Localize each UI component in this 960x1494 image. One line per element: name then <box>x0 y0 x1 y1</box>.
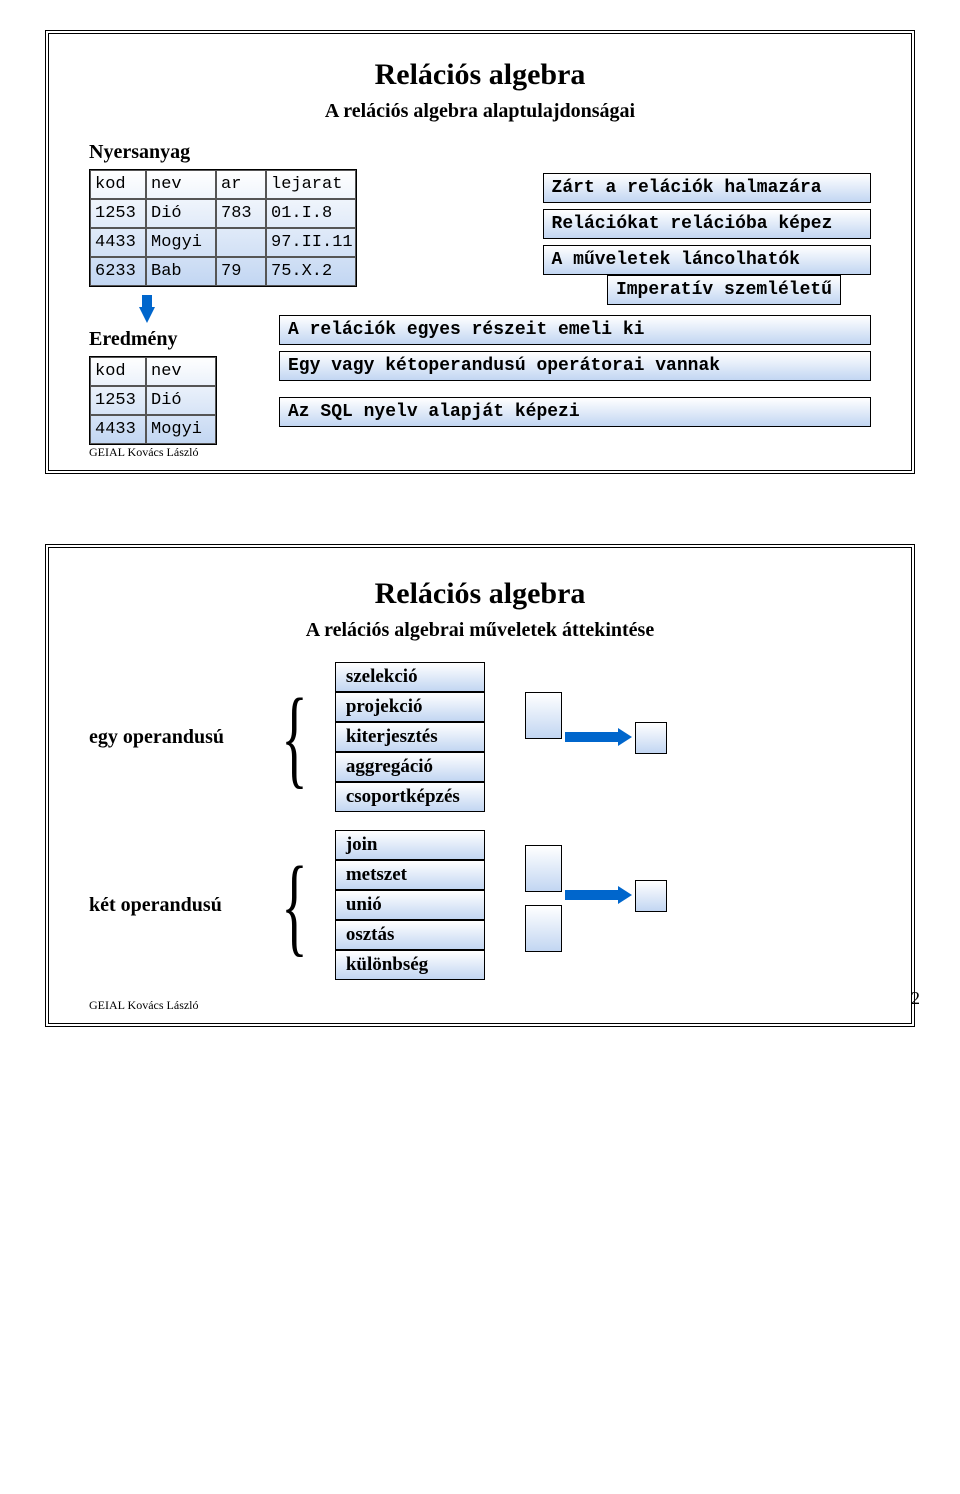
slide2-subtitle: A relációs algebrai műveletek áttekintés… <box>89 619 871 642</box>
td: 1253 <box>90 199 146 228</box>
binary-diagram <box>515 835 715 975</box>
eredmeny-table: kod nev 1253 Dió 4433 Mogyi <box>89 356 217 445</box>
relation-box-icon <box>525 905 562 952</box>
td: 1253 <box>90 386 146 415</box>
td: 6233 <box>90 257 146 286</box>
eredmeny-label: Eredmény <box>89 328 543 351</box>
prop-imperative: Imperatív szemléletű <box>607 275 841 305</box>
op-csoportkepzes: csoportképzés <box>335 782 485 812</box>
op-metszet: metszet <box>335 860 485 890</box>
prop-chain: A műveletek láncolhatók <box>543 245 871 275</box>
binary-ops-row: két operandusú { join metszet unió osztá… <box>89 830 871 980</box>
slide-2: Relációs algebra A relációs algebrai műv… <box>45 544 915 1027</box>
unary-ops-list: szelekció projekció kiterjesztés aggregá… <box>335 662 485 812</box>
th-lejarat: lejarat <box>266 170 356 199</box>
th-kod: kod <box>90 357 146 386</box>
unary-label: egy operandusú <box>89 726 264 749</box>
th-nev: nev <box>146 357 216 386</box>
brace-left-icon: { <box>281 687 307 787</box>
td: Mogyi <box>146 415 216 444</box>
th-kod: kod <box>90 170 146 199</box>
arrow-down-icon <box>139 307 155 323</box>
th-nev: nev <box>146 170 216 199</box>
td: 79 <box>216 257 266 286</box>
td <box>216 228 266 257</box>
op-osztas: osztás <box>335 920 485 950</box>
op-kulonbseg: különbség <box>335 950 485 980</box>
nyersanyag-table: kod nev ar lejarat 1253 Dió 783 01.I.8 4… <box>89 169 357 287</box>
op-szelekcio: szelekció <box>335 662 485 692</box>
td: Dió <box>146 199 216 228</box>
relation-box-icon <box>635 880 667 912</box>
unary-diagram <box>515 677 715 797</box>
unary-ops-row: egy operandusú { szelekció projekció kit… <box>89 662 871 812</box>
arrow-right-icon <box>565 732 620 742</box>
td: Mogyi <box>146 228 216 257</box>
arrow-right-icon <box>565 890 620 900</box>
brace-left-icon: { <box>281 855 307 955</box>
td: 4433 <box>90 228 146 257</box>
slide1-footer: GEIAL Kovács László <box>89 445 871 460</box>
td: 01.I.8 <box>266 199 356 228</box>
td: Dió <box>146 386 216 415</box>
relation-box-icon <box>635 722 667 754</box>
op-kiterjesztes: kiterjesztés <box>335 722 485 752</box>
op-join: join <box>335 830 485 860</box>
slide1-subtitle: A relációs algebra alaptulajdonságai <box>89 100 871 123</box>
page-number: 2 <box>911 988 920 1009</box>
slide2-title: Relációs algebra <box>89 577 871 611</box>
relation-box-icon <box>525 692 562 739</box>
relation-box-icon <box>525 845 562 892</box>
binary-ops-list: join metszet unió osztás különbség <box>335 830 485 980</box>
slide-1: Relációs algebra A relációs algebra alap… <box>45 30 915 474</box>
td: 97.II.11 <box>266 228 356 257</box>
td: 783 <box>216 199 266 228</box>
nyersanyag-label: Nyersanyag <box>89 141 543 164</box>
prop-closed: Zárt a relációk halmazára <box>543 173 871 203</box>
slide2-footer: GEIAL Kovács László <box>89 998 871 1013</box>
prop-maps: Relációkat relációba képez <box>543 209 871 239</box>
td: Bab <box>146 257 216 286</box>
properties-column: Zárt a relációk halmazára Relációkat rel… <box>543 141 871 281</box>
th-ar: ar <box>216 170 266 199</box>
op-aggregacio: aggregáció <box>335 752 485 782</box>
binary-label: két operandusú <box>89 894 264 917</box>
op-projekcio: projekció <box>335 692 485 722</box>
op-unio: unió <box>335 890 485 920</box>
td: 4433 <box>90 415 146 444</box>
slide1-title: Relációs algebra <box>89 58 871 92</box>
